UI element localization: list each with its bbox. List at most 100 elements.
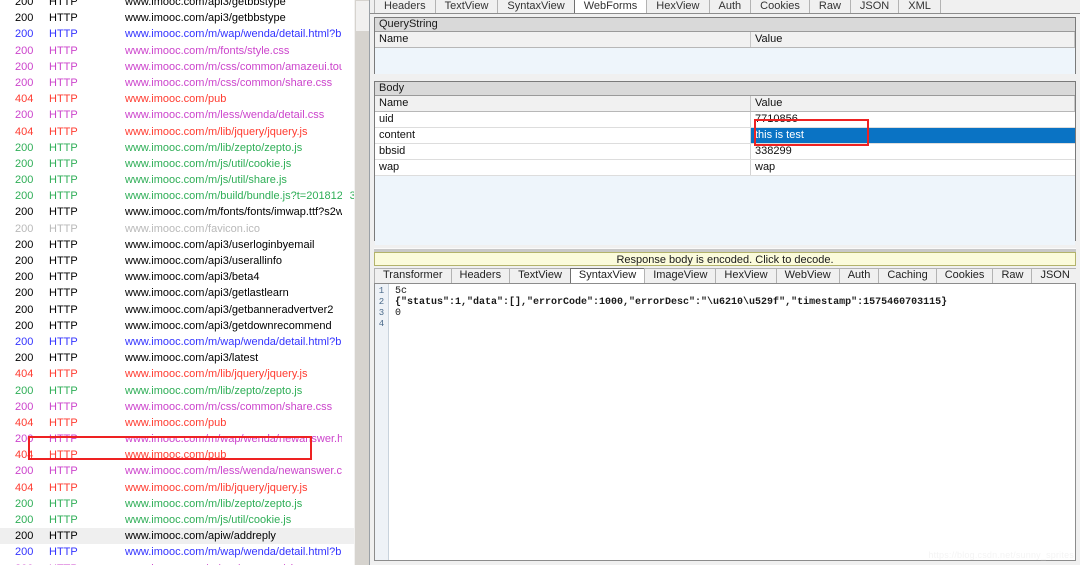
session-row[interactable]: 404 HTTP www.imooc.com/pub (0, 415, 369, 431)
session-row[interactable]: 200 HTTP www.imooc.com/m/css/common/amazeu… (0, 59, 369, 75)
response-inspector-tabs[interactable]: Transformer Headers TextView SyntaxView Imag… (374, 268, 1076, 284)
body-cell-value[interactable]: 338299 (751, 144, 1075, 159)
session-status-code: 200 (15, 190, 34, 203)
body-cell-name[interactable]: bbsid (375, 144, 751, 159)
session-row[interactable]: 200HTTPwww.imooc.com/m/js/util/share.js2 (0, 172, 369, 188)
body-grid[interactable]: Body Name Value uid 7710856 content this is… (374, 81, 1076, 245)
session-row[interactable]: 200HTTPwww.imooc.com/m/css/common/share.… (0, 399, 369, 415)
session-row[interactable]: 200 HTTP www.imooc.com/api3/getbbstype (0, 0, 369, 10)
session-protocol: HTTP (49, 497, 78, 510)
session-row[interactable]: 200 HTTP www.imooc.com/m/fonts/fonts/imwap… (0, 204, 369, 220)
session-protocol: HTTP (49, 335, 78, 348)
request-webforms-pane: QueryString Name Value Body Name Value u… (370, 14, 1080, 247)
request-tab-auth[interactable]: Auth (708, 0, 752, 13)
response-tab-auth[interactable]: Auth (838, 268, 880, 283)
querystring-rows[interactable] (375, 48, 1075, 74)
session-row[interactable]: 200HTTPwww.imooc.com/m/css/common/share.… (0, 561, 369, 565)
response-tab-textview[interactable]: TextView (509, 268, 571, 283)
session-row[interactable]: 200 HTTP www.imooc.com/m/wap/wenda/detail.… (0, 26, 369, 42)
body-cell-name[interactable]: wap (375, 160, 751, 175)
response-tab-hexview[interactable]: HexView (715, 268, 777, 283)
request-tab-raw[interactable]: Raw (808, 0, 851, 13)
response-syntaxview[interactable]: 1234 5c {"status":1,"data":[],"errorCode"… (374, 284, 1076, 561)
session-row[interactable]: 200 HTTP www.imooc.com/m/lib/zepto/zepto.j… (0, 496, 369, 512)
session-url: /m/lib/jquery/jquery.js (205, 125, 308, 138)
session-row[interactable]: 200 HTTP www.imooc.com/api3/getdownrecomme… (0, 318, 369, 334)
body-cell-value[interactable]: 7710856 (751, 112, 1075, 127)
response-tab-syntaxview[interactable]: SyntaxView (569, 268, 646, 283)
session-url: /api3/getbbstype (205, 12, 286, 25)
session-list-scroll-thumb[interactable] (355, 0, 369, 32)
session-row[interactable]: 200 HTTP www.imooc.com/api3/latest (0, 350, 369, 366)
response-decode-bar[interactable]: Response body is encoded. Click to decod… (374, 252, 1076, 266)
request-tab-hexview[interactable]: HexView (646, 0, 710, 13)
session-row[interactable]: 404 HTTP www.imooc.com/m/lib/jquery/jquery… (0, 124, 369, 140)
session-status-code: 200 (15, 530, 34, 543)
request-inspector-tabs[interactable]: Headers TextView SyntaxView WebForms HexView… (370, 0, 1080, 14)
session-row[interactable]: 200HTTPwww.imooc.com/m/fonts/style.css3 (0, 43, 369, 59)
response-tab-caching[interactable]: Caching (878, 268, 937, 283)
session-row[interactable]: 200 HTTP www.imooc.com/api3/userallinfo (0, 253, 369, 269)
fiddler-window: 200 HTTP www.imooc.com/api3/getbbstype 200 H… (0, 0, 1080, 565)
body-row[interactable]: content this is test (375, 128, 1075, 144)
body-row[interactable]: wap wap (375, 160, 1075, 176)
session-row[interactable]: 200 HTTP www.imooc.com/m/lib/zepto/zepto.j… (0, 383, 369, 399)
session-list-panel[interactable]: 200 HTTP www.imooc.com/api3/getbbstype 200 H… (0, 0, 370, 565)
response-tab-json[interactable]: JSON (1031, 268, 1076, 283)
session-rows[interactable]: 200 HTTP www.imooc.com/api3/getbbstype 200 H… (0, 0, 369, 565)
response-tab-headers[interactable]: Headers (450, 268, 511, 283)
body-cell-value[interactable]: wap (751, 160, 1075, 175)
response-tab-raw[interactable]: Raw (992, 268, 1033, 283)
request-tab-cookies[interactable]: Cookies (750, 0, 810, 13)
session-host: www.imooc.com (125, 60, 205, 73)
session-row[interactable]: 200HTTPwww.imooc.com/api3/beta427 (0, 269, 369, 285)
session-row[interactable]: 200 HTTP www.imooc.com/m/build/bundle.js?t… (0, 188, 369, 204)
response-inspector-pane: Response body is encoded. Click to decod… (370, 252, 1080, 565)
session-row[interactable]: 200 HTTP www.imooc.com/m/wap/wenda/newansw… (0, 431, 369, 447)
session-row[interactable]: 404 HTTP www.imooc.com/m/lib/jquery/jquery… (0, 480, 369, 496)
request-tab-webforms[interactable]: WebForms (573, 0, 648, 13)
session-row[interactable]: 404 HTTP www.imooc.com/m/lib/jquery/jquery… (0, 366, 369, 382)
request-tab-json[interactable]: JSON (849, 0, 900, 13)
session-row[interactable]: 200HTTPwww.imooc.com/favicon.ico12 (0, 221, 369, 237)
session-row[interactable]: 200 HTTP www.imooc.com/m/wap/wenda/detail.… (0, 334, 369, 350)
body-rows[interactable]: uid 7710856 content this is test bbsid 338299… (375, 112, 1075, 176)
response-tab-transformer[interactable]: Transformer (374, 268, 452, 283)
session-host: www.imooc.com (125, 416, 205, 429)
session-row[interactable]: 200 HTTP www.imooc.com/m/js/util/cookie.js (0, 156, 369, 172)
response-tab-cookies[interactable]: Cookies (935, 268, 994, 283)
session-row[interactable]: 200 HTTP www.imooc.com/apiw/addreply (0, 528, 369, 545)
body-cell-name[interactable]: content (375, 128, 751, 143)
session-status-code: 200 (15, 238, 34, 251)
session-row[interactable]: 200 HTTP www.imooc.com/m/wap/wenda/detail.… (0, 544, 369, 560)
session-row[interactable]: 200 HTTP www.imooc.com/m/less/wenda/newans… (0, 463, 369, 479)
session-row[interactable]: 200 HTTP www.imooc.com/api3/getbanneradver… (0, 302, 369, 318)
response-body-text[interactable]: 5c {"status":1,"data":[],"errorCode":1000… (389, 284, 1075, 560)
querystring-grid[interactable]: QueryString Name Value (374, 17, 1076, 74)
session-row[interactable]: 200 HTTP www.imooc.com/api3/userloginbyema… (0, 237, 369, 253)
response-tab-webview[interactable]: WebView (775, 268, 840, 283)
session-row[interactable]: 200HTTPwww.imooc.com/api3/getbbstype6 (0, 10, 369, 26)
body-cell-value[interactable]: this is test (751, 128, 1075, 143)
request-tab-headers[interactable]: Headers (374, 0, 436, 13)
session-row[interactable]: 200 HTTP www.imooc.com/m/js/util/cookie.js (0, 512, 369, 528)
session-row[interactable]: 404 HTTP www.imooc.com/pub (0, 447, 369, 463)
session-row[interactable]: 200 HTTP www.imooc.com/api3/getlastlearn (0, 285, 369, 301)
session-host: www.imooc.com (125, 157, 205, 170)
body-row[interactable]: bbsid 338299 (375, 144, 1075, 160)
session-row[interactable]: 200HTTPwww.imooc.com/m/css/common/share.… (0, 75, 369, 91)
body-grid-empty-area[interactable] (375, 176, 1075, 245)
session-row[interactable]: 200 HTTP www.imooc.com/m/less/wenda/detail… (0, 107, 369, 123)
session-url: /api3/getbanneradvertver2 (205, 303, 334, 316)
request-tab-textview[interactable]: TextView (434, 0, 499, 13)
request-tab-xml[interactable]: XML (898, 0, 941, 13)
session-protocol: HTTP (49, 238, 78, 251)
session-list-scrollbar[interactable] (354, 0, 369, 565)
session-row[interactable]: 404 HTTP www.imooc.com/pub (0, 91, 369, 107)
body-cell-name[interactable]: uid (375, 112, 751, 127)
session-row[interactable]: 200 HTTP www.imooc.com/m/lib/zepto/zepto.j… (0, 140, 369, 156)
body-row[interactable]: uid 7710856 (375, 112, 1075, 128)
request-tab-syntaxview[interactable]: SyntaxView (497, 0, 575, 13)
response-tab-imageview[interactable]: ImageView (644, 268, 717, 283)
session-protocol: HTTP (49, 125, 78, 138)
